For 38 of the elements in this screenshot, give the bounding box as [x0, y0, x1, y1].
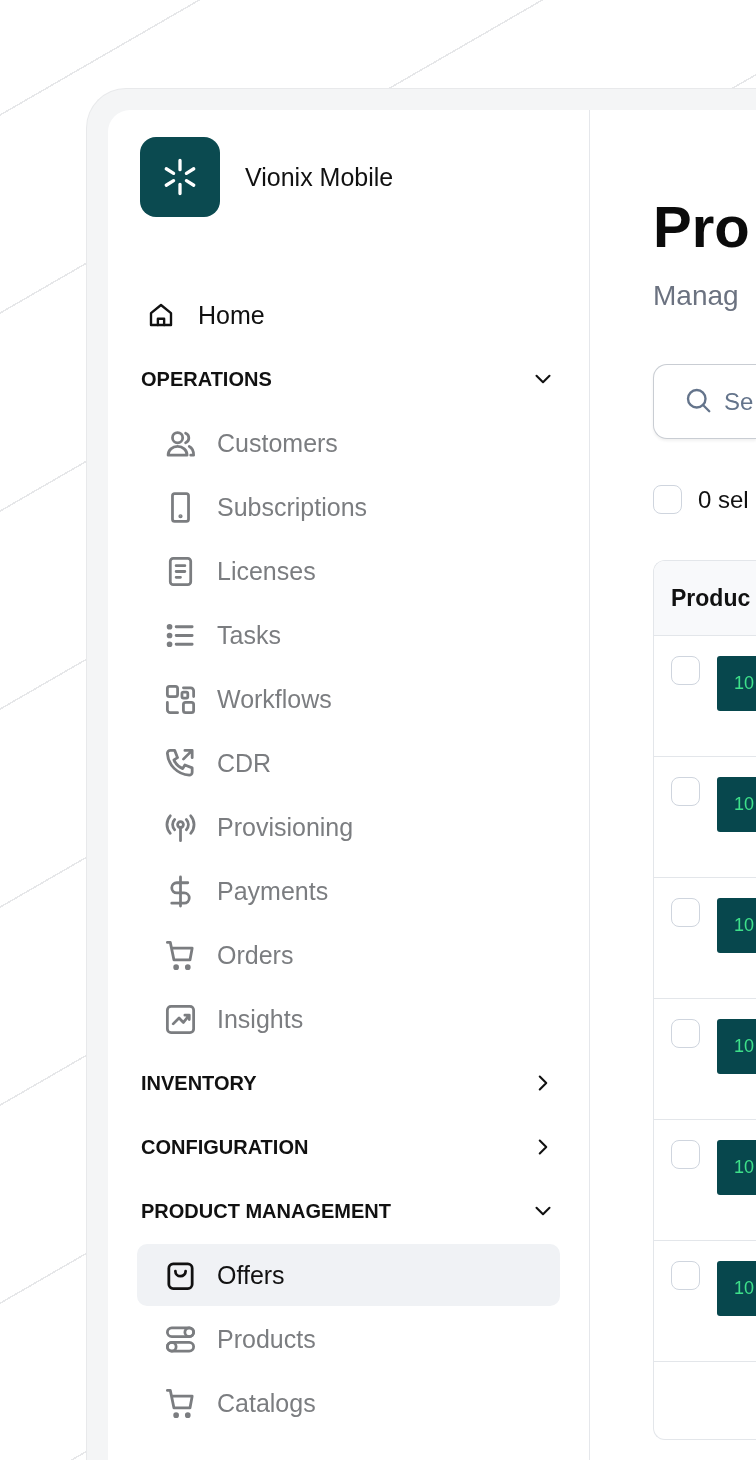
search-field[interactable]: Se — [653, 364, 756, 439]
row-checkbox[interactable] — [671, 1261, 700, 1290]
section-header[interactable]: PRODUCT MANAGEMENT — [137, 1180, 560, 1242]
nav-item[interactable]: Products — [137, 1308, 560, 1370]
page-title: Pro — [653, 194, 751, 260]
page-subtitle: Manag — [653, 280, 740, 312]
brand-name: Vionix Mobile — [245, 162, 394, 192]
row-checkbox[interactable] — [671, 1019, 700, 1048]
row-checkbox[interactable] — [671, 1140, 700, 1169]
row-checkbox[interactable] — [671, 656, 700, 685]
nav-item[interactable]: Licenses — [137, 540, 560, 602]
nav-item[interactable]: CDR — [137, 732, 560, 794]
nav-item[interactable]: Provisioning — [137, 796, 560, 858]
nav-item[interactable]: Subscriptions — [137, 476, 560, 538]
nav-item[interactable]: Workflows — [137, 668, 560, 730]
product-thumbnail: 10 — [717, 898, 756, 953]
nav-item[interactable]: Offers — [137, 1244, 560, 1306]
section-header[interactable]: CONFIGURATION — [137, 1116, 560, 1178]
nav-item[interactable]: Orders — [137, 924, 560, 986]
product-thumbnail: 10 — [717, 1261, 756, 1316]
nav-item[interactable]: Catalogs — [137, 1372, 560, 1434]
product-thumbnail: 10 — [717, 1140, 756, 1195]
nav-item[interactable]: Tasks — [137, 604, 560, 666]
section-header[interactable]: INVENTORY — [137, 1052, 560, 1114]
row-checkbox[interactable] — [671, 777, 700, 806]
product-thumbnail: 10 — [717, 777, 756, 832]
nav-item[interactable]: Home — [137, 284, 560, 346]
nav-item[interactable]: Customers — [137, 412, 560, 474]
section-header[interactable]: OPERATIONS — [137, 348, 560, 410]
column-header: Produc — [671, 584, 751, 612]
nav-item[interactable]: Insights — [137, 988, 560, 1050]
product-thumbnail: 10 — [717, 1019, 756, 1074]
product-thumbnail: 10 — [717, 656, 756, 711]
selection-count: 0 sel — [698, 485, 749, 514]
logo-icon — [140, 137, 220, 217]
nav-item[interactable]: Payments — [137, 860, 560, 922]
row-checkbox[interactable] — [671, 898, 700, 927]
select-all-checkbox[interactable] — [653, 485, 682, 514]
